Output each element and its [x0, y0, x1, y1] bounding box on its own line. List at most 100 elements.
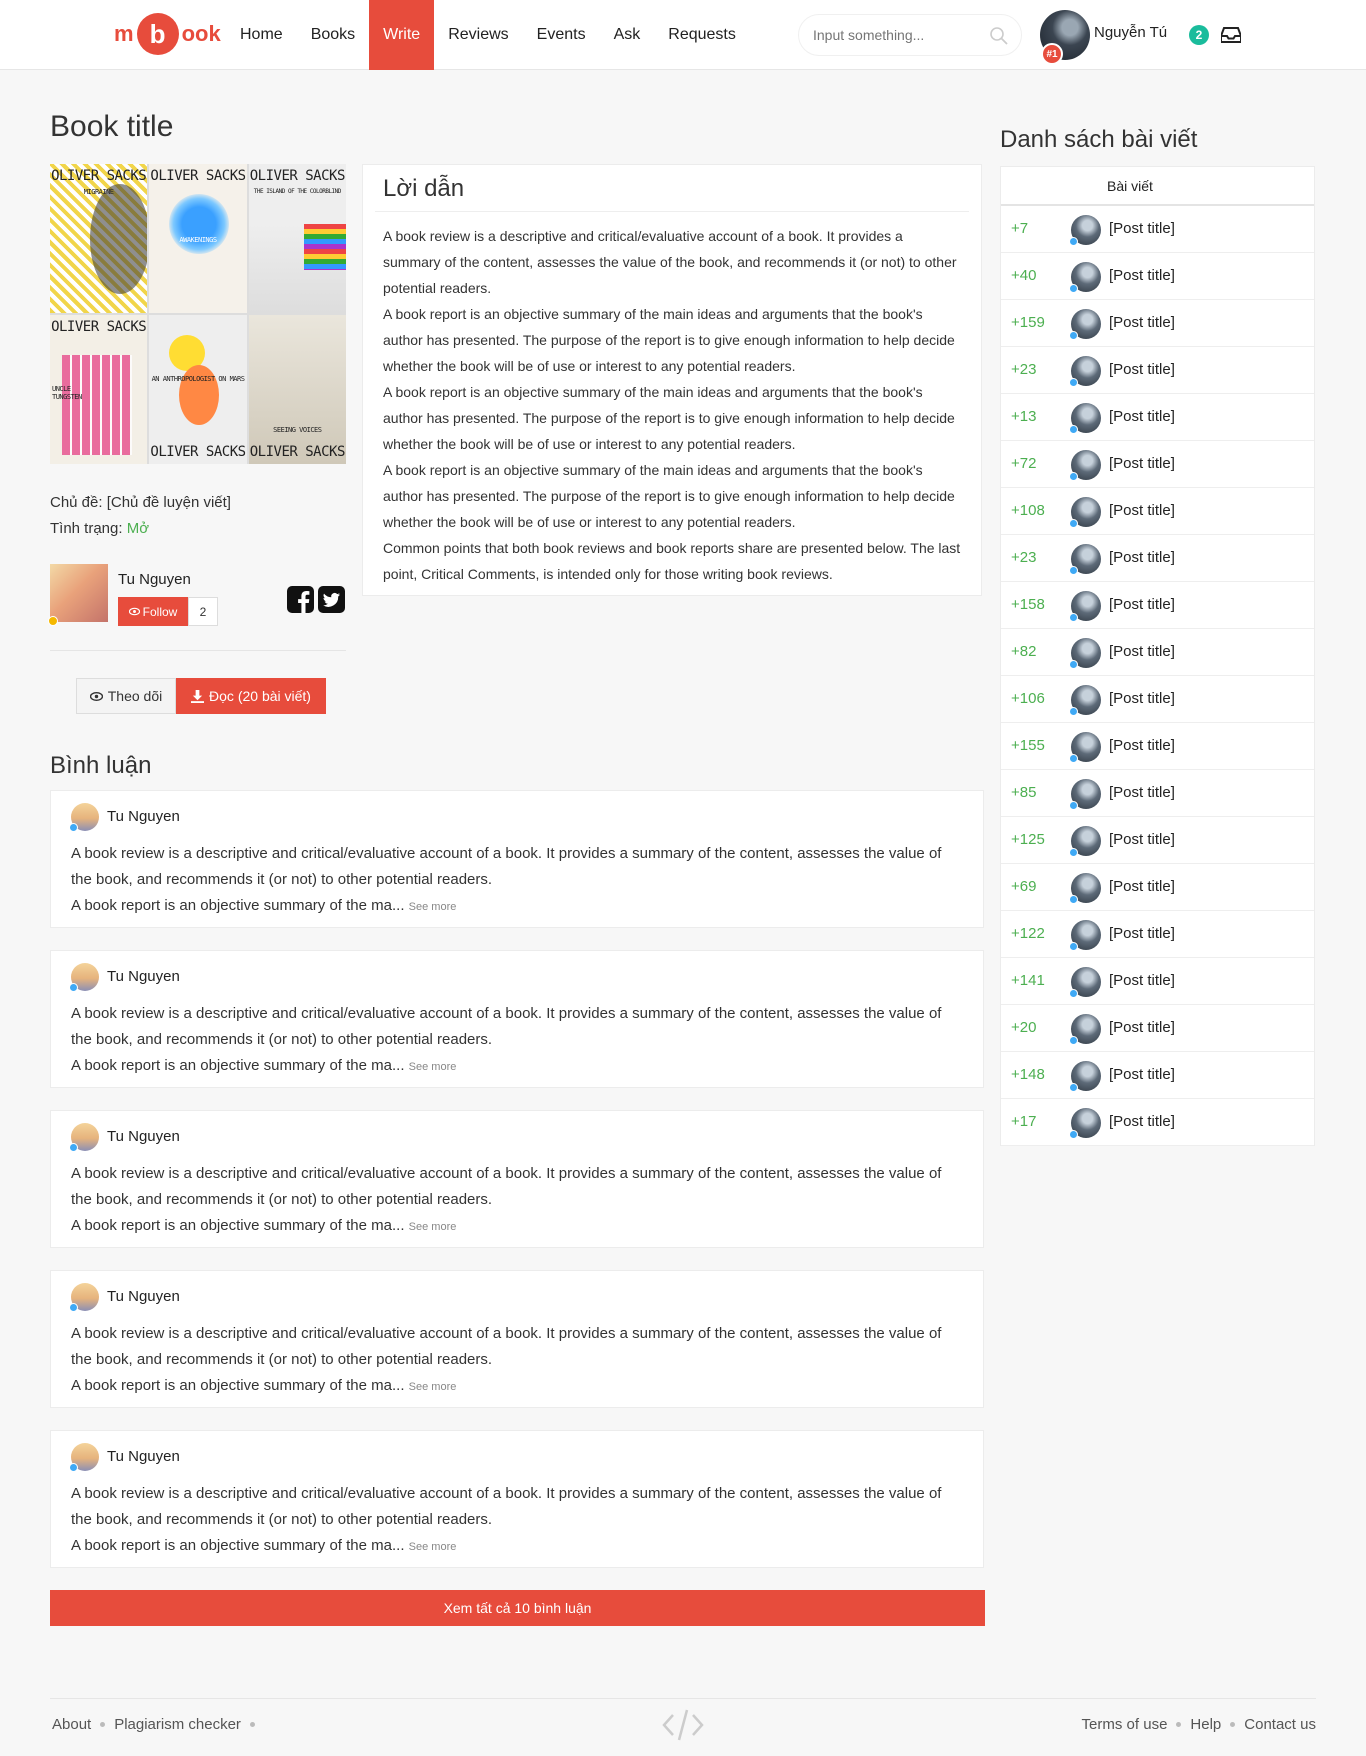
- online-status-dot: [69, 1463, 78, 1472]
- post-row[interactable]: +158 [Post title]: [1001, 582, 1314, 629]
- comment-text: A book review is a descriptive and criti…: [71, 845, 942, 888]
- nav-item-write[interactable]: Write: [369, 0, 435, 70]
- online-status-dot: [1069, 942, 1078, 951]
- post-title[interactable]: [Post title]: [1109, 361, 1175, 378]
- author-avatar[interactable]: [50, 564, 108, 622]
- follow-button[interactable]: Follow: [118, 597, 188, 626]
- post-row[interactable]: +125 [Post title]: [1001, 817, 1314, 864]
- nav-item-books[interactable]: Books: [297, 0, 369, 70]
- post-row[interactable]: +148 [Post title]: [1001, 1052, 1314, 1099]
- see-more-link[interactable]: See more: [409, 901, 457, 913]
- post-row[interactable]: +85 [Post title]: [1001, 770, 1314, 817]
- eye-icon: [128, 607, 140, 616]
- footer-separator: [249, 1722, 255, 1727]
- comment-card: Tu Nguyen A book review is a descriptive…: [50, 1430, 984, 1568]
- comments-heading: Bình luận: [50, 752, 152, 779]
- post-title[interactable]: [Post title]: [1109, 1066, 1175, 1083]
- footer-right-links: Terms of use Help Contact us: [1082, 1716, 1316, 1733]
- post-row[interactable]: +69 [Post title]: [1001, 864, 1314, 911]
- online-status-dot: [1069, 425, 1078, 434]
- post-row[interactable]: +72 [Post title]: [1001, 441, 1314, 488]
- nav-item-reviews[interactable]: Reviews: [434, 0, 522, 70]
- search-icon[interactable]: [989, 26, 1009, 46]
- nav-item-ask[interactable]: Ask: [600, 0, 655, 70]
- view-all-comments-button[interactable]: Xem tất cả 10 bình luận: [50, 1590, 985, 1626]
- post-row[interactable]: +23 [Post title]: [1001, 347, 1314, 394]
- comment-excerpt: A book report is an objective summary of…: [71, 1217, 405, 1234]
- watch-button[interactable]: Theo dõi: [76, 678, 176, 714]
- topic-value[interactable]: [Chủ đề luyện viết]: [107, 494, 231, 511]
- post-title[interactable]: [Post title]: [1109, 549, 1175, 566]
- comment-author[interactable]: Tu Nguyen: [107, 1448, 180, 1465]
- post-title[interactable]: [Post title]: [1109, 784, 1175, 801]
- online-status-dot: [1069, 1130, 1078, 1139]
- post-title[interactable]: [Post title]: [1109, 314, 1175, 331]
- post-row[interactable]: +82 [Post title]: [1001, 629, 1314, 676]
- footer-link-plagiarism-checker[interactable]: Plagiarism checker: [114, 1716, 241, 1733]
- post-row[interactable]: +122 [Post title]: [1001, 911, 1314, 958]
- see-more-link[interactable]: See more: [409, 1221, 457, 1233]
- post-title[interactable]: [Post title]: [1109, 878, 1175, 895]
- inbox-icon[interactable]: [1221, 26, 1241, 44]
- post-title[interactable]: [Post title]: [1109, 831, 1175, 848]
- comment-author[interactable]: Tu Nguyen: [107, 1288, 180, 1305]
- see-more-link[interactable]: See more: [409, 1381, 457, 1393]
- post-row[interactable]: +141 [Post title]: [1001, 958, 1314, 1005]
- post-title[interactable]: [Post title]: [1109, 502, 1175, 519]
- facebook-icon[interactable]: [287, 586, 314, 613]
- divider: [50, 650, 346, 651]
- online-status-dot: [1069, 660, 1078, 669]
- online-status-dot: [1069, 707, 1078, 716]
- site-logo[interactable]: m b ook: [114, 12, 221, 56]
- cover-tile: OLIVER SACKS MIGRAINE: [50, 164, 148, 313]
- post-title[interactable]: [Post title]: [1109, 690, 1175, 707]
- page-title: Book title: [50, 110, 174, 143]
- nav-item-events[interactable]: Events: [523, 0, 600, 70]
- post-row[interactable]: +17 [Post title]: [1001, 1099, 1314, 1146]
- post-title[interactable]: [Post title]: [1109, 972, 1175, 989]
- footer-link-contact[interactable]: Contact us: [1244, 1716, 1316, 1733]
- post-row[interactable]: +7 [Post title]: [1001, 206, 1314, 253]
- author-name[interactable]: Tu Nguyen: [118, 571, 191, 588]
- see-more-link[interactable]: See more: [409, 1541, 457, 1553]
- nav-item-requests[interactable]: Requests: [654, 0, 750, 70]
- post-score: +155: [1011, 737, 1045, 754]
- see-more-link[interactable]: See more: [409, 1061, 457, 1073]
- post-title[interactable]: [Post title]: [1109, 267, 1175, 284]
- post-row[interactable]: +155 [Post title]: [1001, 723, 1314, 770]
- twitter-icon[interactable]: [318, 586, 345, 613]
- post-title[interactable]: [Post title]: [1109, 220, 1175, 237]
- post-title[interactable]: [Post title]: [1109, 737, 1175, 754]
- user-name[interactable]: Nguyễn Tú: [1094, 24, 1167, 41]
- comment-author[interactable]: Tu Nguyen: [107, 968, 180, 985]
- cover-author: OLIVER SACKS: [150, 168, 246, 184]
- post-row[interactable]: +13 [Post title]: [1001, 394, 1314, 441]
- comment-body: A book review is a descriptive and criti…: [71, 1001, 963, 1080]
- notification-badge[interactable]: 2: [1189, 25, 1209, 45]
- search-input[interactable]: [813, 15, 983, 55]
- post-row[interactable]: +23 [Post title]: [1001, 535, 1314, 582]
- footer-link-terms[interactable]: Terms of use: [1082, 1716, 1168, 1733]
- post-row[interactable]: +20 [Post title]: [1001, 1005, 1314, 1052]
- footer-link-about[interactable]: About: [52, 1716, 91, 1733]
- post-title[interactable]: [Post title]: [1109, 643, 1175, 660]
- post-title[interactable]: [Post title]: [1109, 1113, 1175, 1130]
- post-score: +69: [1011, 878, 1037, 895]
- nav-item-home[interactable]: Home: [226, 0, 297, 70]
- comment-author[interactable]: Tu Nguyen: [107, 1128, 180, 1145]
- footer-link-help[interactable]: Help: [1190, 1716, 1221, 1733]
- post-title[interactable]: [Post title]: [1109, 1019, 1175, 1036]
- read-button[interactable]: Đọc (20 bài viết): [176, 678, 326, 714]
- post-row[interactable]: +106 [Post title]: [1001, 676, 1314, 723]
- logo-text-left: m: [114, 21, 134, 46]
- post-title[interactable]: [Post title]: [1109, 408, 1175, 425]
- comment-author[interactable]: Tu Nguyen: [107, 808, 180, 825]
- online-status-dot: [69, 823, 78, 832]
- post-title[interactable]: [Post title]: [1109, 455, 1175, 472]
- post-row[interactable]: +159 [Post title]: [1001, 300, 1314, 347]
- post-row[interactable]: +40 [Post title]: [1001, 253, 1314, 300]
- post-row[interactable]: +108 [Post title]: [1001, 488, 1314, 535]
- post-title[interactable]: [Post title]: [1109, 925, 1175, 942]
- post-title[interactable]: [Post title]: [1109, 596, 1175, 613]
- intro-paragraph: A book report is an objective summary of…: [383, 384, 955, 452]
